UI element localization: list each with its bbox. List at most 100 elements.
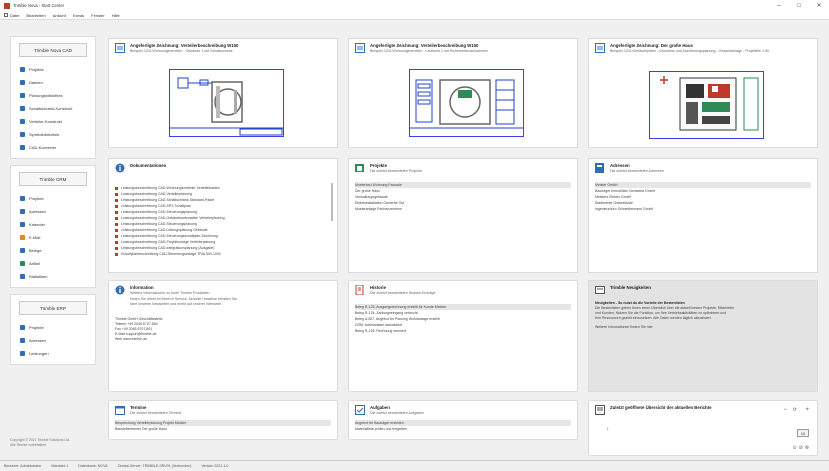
sidebar-item-cad-files[interactable]: Dateien (11, 76, 95, 89)
sidebar-item-crm-articles[interactable]: Artikel (11, 257, 95, 270)
close-button[interactable]: ✕ (809, 0, 829, 11)
tile-title: Angefertigte Zeichnung: Der große Haus (610, 43, 693, 48)
sidebar-item-erp-projects[interactable]: Projekte (11, 321, 95, 334)
sidebar-item-label: E-Mail (29, 235, 41, 240)
sidebar-item-erp-services[interactable]: Leistungen (11, 347, 95, 360)
list-item-label: Leistungsbeschreibung CAD-Projektvorlage… (121, 240, 216, 244)
menu-hilfe[interactable]: Hilfe (112, 13, 120, 18)
list-item-label: Leistungsbeschreibung CAD-Leitungsplanun… (121, 228, 208, 232)
menu-ansicht[interactable]: Ansicht (53, 13, 66, 18)
collapse-icon[interactable]: − (783, 407, 787, 413)
sidebar-item-crm-projects[interactable]: Projekte (11, 192, 95, 205)
menu-app-icon[interactable] (4, 13, 8, 17)
scrollbar[interactable] (331, 183, 333, 221)
info-line: über unseren Newsletter und direkt auf u… (130, 302, 223, 306)
sidebar-group-erp: Trimble ERP Projekte Adressen Leistungen (10, 294, 96, 365)
list-item-label: Musterbau Wohnung Fassade (355, 182, 402, 187)
tile-title: Trimble Neuigkeiten (610, 285, 651, 290)
sidebar-item-crm-mail[interactable]: E-Mail (11, 231, 95, 244)
mail-icon (20, 235, 25, 240)
history-list: Beleg R-123, Ausgangsrechnung erstellt f… (349, 303, 577, 334)
list-item-label: Meister GmbH (595, 182, 618, 187)
tile-subtitle: Die zuletzt bearbeiteten Adressen (610, 169, 664, 173)
list-item[interactable]: Schaltplanbeschreibung CAD-Steuerungsanl… (115, 251, 331, 257)
menu-fenster[interactable]: Fenster (91, 13, 105, 18)
pdf-icon (115, 210, 118, 214)
maximize-button[interactable]: □ (789, 0, 809, 11)
news-content: Neuigkeiten - So nutzt du die Vorteile d… (589, 301, 817, 330)
sidebar-item-crm-calendar[interactable]: Kalender (11, 218, 95, 231)
tile-subtitle: Die zuletzt bearbeiteten Aufgaben (370, 411, 424, 415)
refresh-icon[interactable]: ⟳ (793, 407, 797, 413)
minimize-button[interactable]: – (769, 0, 789, 11)
drawing-thumbnail[interactable] (409, 69, 524, 137)
tile-title: Dokumentationen (130, 163, 167, 168)
menu-datei[interactable]: Datei (10, 13, 19, 18)
sidebar-header-crm[interactable]: Trimble CRM (19, 172, 87, 186)
sidebar-item-erp-addresses[interactable]: Adressen (11, 334, 95, 347)
page-size-select[interactable]: 10 (797, 429, 809, 437)
tile-history: Historie Die zuletzt bearbeiteten Histor… (348, 280, 578, 392)
pdf-icon (115, 192, 118, 196)
status-version: Version 2021.1.0 (201, 464, 229, 468)
menu-extras[interactable]: Extras (73, 13, 84, 18)
pdf-icon (115, 228, 118, 232)
addresses-list: Meister GmbH Bauträger Immobilien Nordwe… (589, 181, 817, 212)
list-item-label: Meisters Elektro GmbH (595, 194, 632, 199)
drawing-thumbnail[interactable] (649, 71, 764, 139)
tile-drawing-2[interactable]: Angefertigte Zeichnung: Verteilerbeschre… (348, 38, 578, 148)
pdf-icon (115, 198, 118, 202)
tile-title: Historie (370, 285, 386, 290)
list-item-label: Musteranlage Rechenzentrum (355, 206, 402, 211)
sidebar-item-crm-addresses[interactable]: Adressen (11, 205, 95, 218)
sidebar-item-cad-library[interactable]: Planungsbibliothek (11, 89, 95, 102)
sidebar-item-cad-converter[interactable]: CAD-Konverter (11, 141, 95, 154)
menu-bearbeiten[interactable]: Bearbeiten (26, 13, 45, 18)
sidebar-item-cad-cabinet[interactable]: Schaltschrank-Konstrukt (11, 102, 95, 115)
window-controls: – □ ✕ (769, 0, 829, 11)
tool-icons[interactable]: ⊙⊘⊗ (792, 445, 811, 451)
add-icon[interactable]: + (805, 407, 809, 413)
sidebar-item-cad-symbols[interactable]: Symbolbibliothek (11, 128, 95, 141)
tile-title: Projekte (370, 163, 387, 168)
report-icon (595, 405, 605, 415)
address-icon (20, 209, 25, 214)
sidebar-item-crm-statistics[interactable]: Statistiken (11, 270, 95, 283)
drawing-thumbnail[interactable] (169, 69, 284, 137)
sidebar-item-cad-distributor[interactable]: Verteiler-Konstrukt (11, 115, 95, 128)
list-item-label: Baustellentermin Der große Haus (115, 426, 167, 431)
documentation-list: Leistungsbeschreibung CAD-Wohnungsvertei… (109, 185, 337, 257)
list-item[interactable]: Musteranlage Rechenzentrum (355, 206, 571, 212)
app-icon (4, 2, 10, 9)
cabinet-icon (20, 106, 25, 111)
tile-appointments: Termine Die zuletzt bearbeiteten Termine… (108, 400, 338, 440)
list-item-label: Verwaltungsgebäude (355, 194, 388, 199)
pdf-icon (115, 234, 118, 238)
info-icon (115, 285, 125, 295)
sidebar-item-crm-receipts[interactable]: Belege (11, 244, 95, 257)
tile-news: Trimble Neuigkeiten Neuigkeiten - So nut… (588, 280, 818, 392)
status-user: Benutzer: Administrator (4, 464, 42, 468)
sidebar-item-cad-projects[interactable]: Projekte (11, 63, 95, 76)
sidebar-item-label: Kalender (29, 222, 46, 227)
list-item[interactable]: Baustellentermin Der große Haus (115, 426, 331, 432)
list-item[interactable]: Beleg R-125, Rechnung storniert (355, 328, 571, 334)
distributor-icon (20, 119, 25, 124)
sidebar-header-cad[interactable]: Trimble Nova CAD (19, 43, 87, 57)
tile-subtitle: Die zuletzt bearbeiteten Historie-Einträ… (370, 291, 436, 295)
contact-line[interactable]: Web www.trimble.de (115, 337, 331, 342)
services-icon (20, 351, 25, 356)
tile-title: Information (130, 285, 154, 290)
list-item[interactable]: Materialliste prüfen und freigeben (355, 426, 571, 432)
calendar-icon (115, 405, 125, 415)
list-item[interactable]: Ingenieurbüro Schneidermann GmbH (595, 206, 811, 212)
tile-drawing-1[interactable]: Angefertigte Zeichnung: Verteilerbeschre… (108, 38, 338, 148)
sidebar-header-erp[interactable]: Trimble ERP (19, 301, 87, 315)
news-link[interactable]: Weitere Informationen finden Sie hier (595, 325, 811, 330)
address-book-icon (595, 163, 605, 173)
sidebar-item-label: Leistungen (29, 351, 49, 356)
list-item-label: Leistungsbeschreibung CAD-Steuerungsplan… (121, 222, 197, 226)
tile-drawing-3[interactable]: Angefertigte Zeichnung: Der große Haus B… (588, 38, 818, 148)
address-icon (20, 338, 25, 343)
list-item-label: Leistungsbeschreibung CAD-Schaltschrank-… (121, 198, 214, 202)
